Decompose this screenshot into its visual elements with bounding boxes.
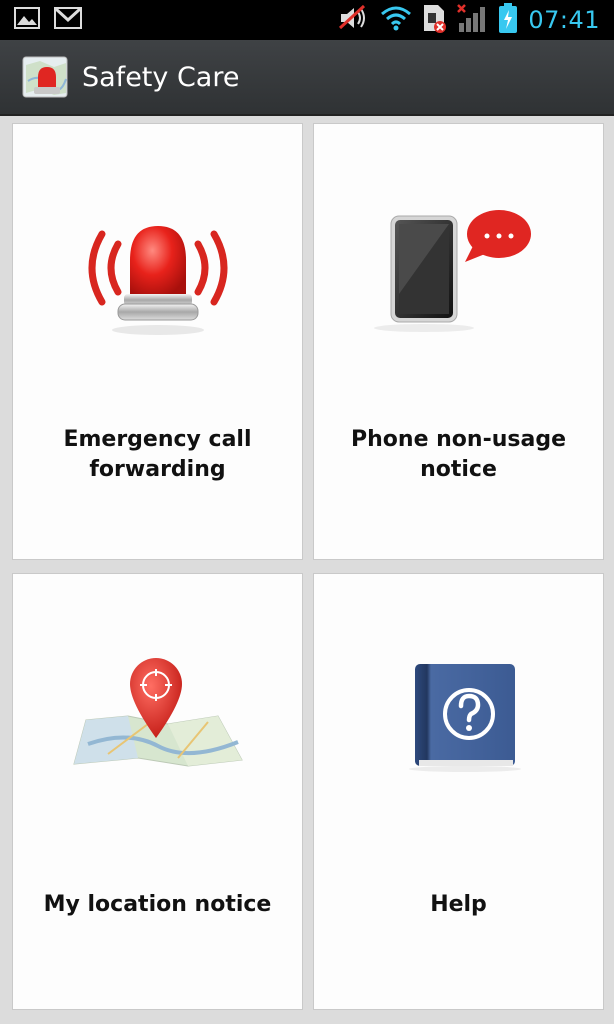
tile-help[interactable]: Help xyxy=(313,573,604,1010)
phone-message-icon xyxy=(314,204,603,344)
siren-icon xyxy=(13,204,302,344)
signal-icon xyxy=(456,3,488,38)
gmail-icon xyxy=(54,6,82,34)
tile-label: Emergency call forwarding xyxy=(63,427,252,482)
tile-label: Help xyxy=(430,892,487,917)
map-pin-icon xyxy=(13,654,302,774)
tile-label: My location notice xyxy=(43,892,272,917)
safety-care-map-alarm-icon[interactable] xyxy=(20,51,72,103)
action-bar: Safety Care xyxy=(0,40,614,116)
tile-my-location-notice[interactable]: My location notice xyxy=(12,573,303,1010)
clock: 07:41 xyxy=(528,6,600,34)
battery-charging-icon xyxy=(498,2,518,39)
help-book-icon xyxy=(314,662,603,772)
wifi-icon xyxy=(380,5,412,36)
status-bar: 07:41 xyxy=(0,0,614,40)
app-title: Safety Care xyxy=(82,61,240,93)
sim-error-icon xyxy=(422,3,447,38)
tile-phone-non-usage-notice[interactable]: Phone non-usage notice xyxy=(313,123,604,560)
tile-label: Phone non-usage notice xyxy=(351,427,566,482)
gallery-icon xyxy=(14,6,40,34)
mute-icon xyxy=(338,4,370,37)
tile-emergency-call-forwarding[interactable]: Emergency call forwarding xyxy=(12,123,303,560)
